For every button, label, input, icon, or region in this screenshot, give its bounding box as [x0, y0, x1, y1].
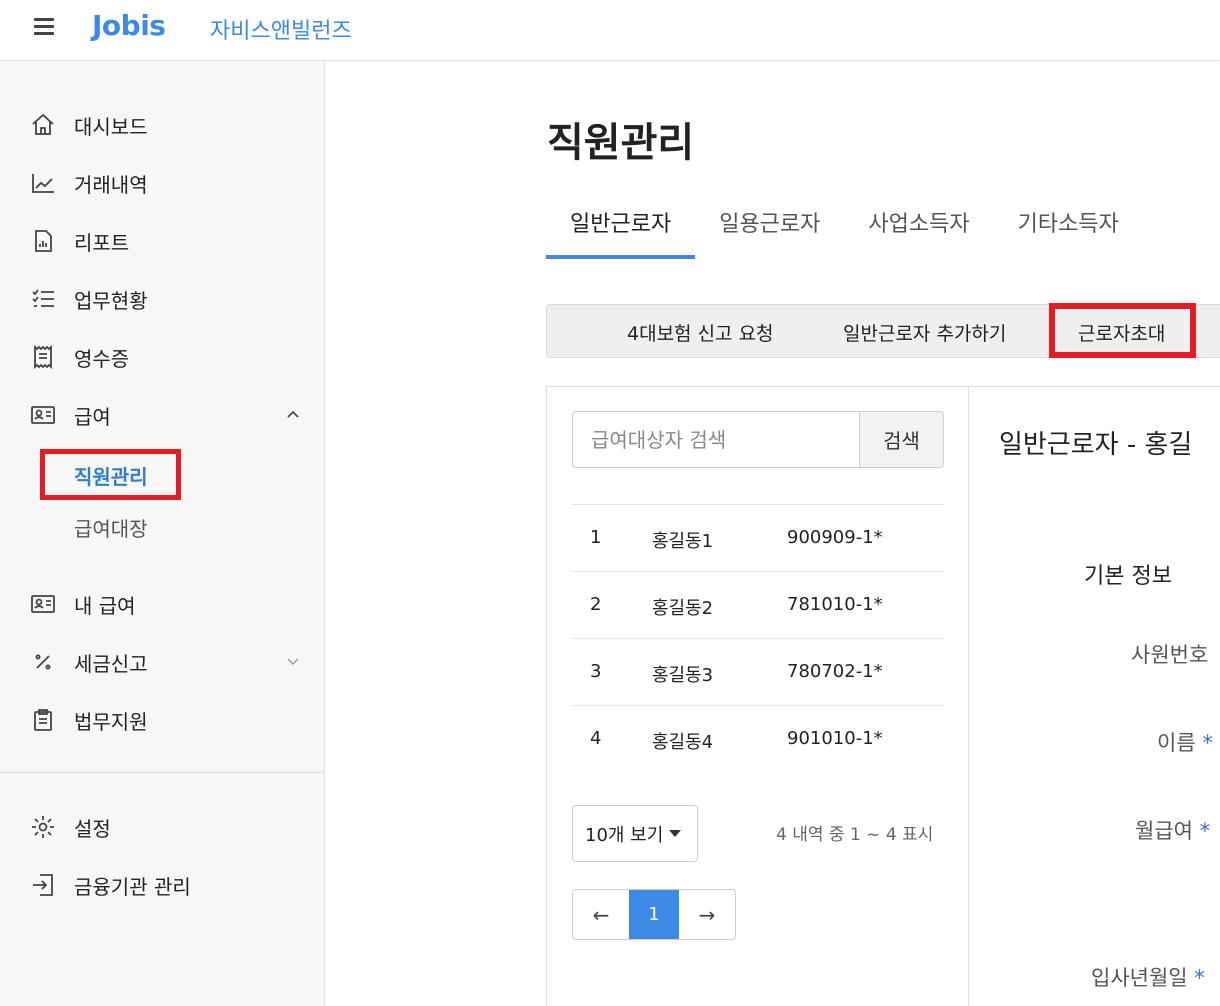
row-name: 홍길동3: [652, 665, 714, 686]
sidebar: [0, 61, 325, 1006]
prev-page-button[interactable]: ←: [573, 890, 629, 939]
sidebar-item-label: 내 급여: [74, 593, 136, 618]
field-label-employee-number: 사원번호: [1131, 639, 1208, 669]
chevron-down-icon[interactable]: [285, 653, 301, 669]
gear-icon: [30, 814, 56, 840]
tab-regular-workers[interactable]: 일반근로자: [546, 205, 696, 259]
sidebar-item-label: 금융기관 관리: [74, 874, 191, 899]
sidebar-item-receipt[interactable]: 영수증: [30, 342, 129, 372]
sidebar-item-legal[interactable]: 법무지원: [30, 705, 148, 735]
field-label-text: 이름: [1157, 731, 1196, 755]
tab-business-income[interactable]: 사업소득자: [844, 205, 993, 259]
sidebar-item-label: 업무현황: [74, 288, 148, 313]
tab-other-income[interactable]: 기타소득자: [994, 205, 1143, 259]
search-input[interactable]: [573, 412, 859, 467]
row-id-number: 780702-1*: [787, 661, 883, 682]
table-row[interactable]: 3 홍길동3 780702-1*: [572, 638, 944, 705]
pagination-info: 4 내역 중 1 ~ 4 표시: [776, 825, 934, 845]
required-mark: *: [1194, 966, 1205, 990]
row-name: 홍길동1: [652, 531, 714, 552]
field-label-hire-date: 입사년월일 *: [1091, 962, 1205, 992]
sidebar-item-label: 세금신고: [74, 651, 148, 676]
row-id-number: 901010-1*: [787, 728, 883, 749]
app-logo[interactable]: Jobis: [92, 9, 166, 42]
sidebar-item-label: 법무지원: [74, 709, 148, 734]
page-size-value: 10개 보기: [585, 824, 664, 846]
chevron-up-icon[interactable]: [285, 406, 301, 422]
required-mark: *: [1202, 731, 1213, 755]
row-name: 홍길동4: [652, 732, 714, 753]
current-page-button[interactable]: 1: [629, 890, 679, 939]
caret-down-icon: [669, 830, 682, 837]
employee-detail-panel: [968, 386, 1220, 1006]
hamburger-menu-icon[interactable]: [34, 18, 54, 38]
sidebar-item-my-payroll[interactable]: 내 급여: [30, 589, 136, 619]
sidebar-item-settings[interactable]: 설정: [30, 812, 111, 842]
login-icon: [30, 872, 56, 898]
sidebar-item-transactions[interactable]: 거래내역: [30, 168, 148, 198]
sidebar-item-label: 리포트: [74, 230, 130, 255]
row-id-number: 781010-1*: [787, 594, 883, 615]
sidebar-item-label: 영수증: [74, 346, 130, 371]
sidebar-item-label: 설정: [74, 816, 111, 841]
sidebar-item-dashboard[interactable]: 대시보드: [30, 110, 148, 140]
sidebar-item-report[interactable]: 리포트: [30, 226, 129, 256]
id-card-icon: [30, 402, 56, 428]
tab-daily-workers[interactable]: 일용근로자: [695, 205, 844, 259]
chart-line-icon: [30, 170, 56, 196]
checklist-icon: [30, 286, 56, 312]
report-icon: [30, 228, 56, 254]
field-label-salary: 월급여 *: [1135, 815, 1210, 845]
table-row[interactable]: 2 홍길동2 781010-1*: [572, 571, 944, 638]
worker-type-tabs: 일반근로자 일용근로자 사업소득자 기타소득자: [546, 205, 1143, 259]
field-label-name: 이름 *: [1157, 727, 1213, 757]
id-card-icon: [30, 591, 56, 617]
next-page-button[interactable]: →: [679, 890, 735, 939]
home-icon: [30, 112, 56, 138]
sidebar-item-tax[interactable]: 세금신고: [30, 647, 148, 677]
percent-icon: [30, 649, 56, 675]
row-number: 2: [590, 594, 602, 615]
page-size-select[interactable]: 10개 보기: [572, 805, 698, 862]
row-number: 3: [590, 661, 602, 682]
sidebar-item-tasks[interactable]: 업무현황: [30, 284, 148, 314]
receipt-icon: [30, 344, 56, 370]
sidebar-subitem-payroll-ledger[interactable]: 급여대장: [74, 513, 148, 542]
top-header: Jobis 자비스앤빌런즈: [0, 0, 1220, 61]
company-name[interactable]: 자비스앤빌런즈: [210, 13, 352, 45]
row-name: 홍길동2: [652, 598, 714, 619]
search-button[interactable]: 검색: [859, 412, 943, 467]
highlight-box: [1049, 303, 1196, 358]
page-title: 직원관리: [547, 120, 695, 166]
table-row[interactable]: 1 홍길동1 900909-1*: [572, 504, 944, 571]
field-label-text: 월급여: [1135, 819, 1193, 843]
required-mark: *: [1199, 819, 1211, 843]
sidebar-item-label: 급여: [74, 404, 111, 429]
sidebar-item-label: 거래내역: [74, 172, 148, 197]
field-label-text: 사원번호: [1131, 643, 1209, 667]
sidebar-item-payroll[interactable]: 급여: [30, 400, 111, 430]
row-id-number: 900909-1*: [787, 527, 883, 548]
pagination: ← 1 →: [572, 889, 736, 940]
field-label-text: 입사년월일: [1091, 966, 1188, 990]
sidebar-item-financial-institutions[interactable]: 금융기관 관리: [30, 870, 191, 900]
row-number: 4: [590, 728, 602, 749]
employee-search: 검색: [572, 411, 944, 468]
table-row[interactable]: 4 홍길동4 901010-1*: [572, 705, 944, 772]
row-number: 1: [590, 527, 602, 548]
insurance-report-button[interactable]: 4대보험 신고 요청: [627, 319, 774, 346]
section-heading: 기본 정보: [1084, 564, 1172, 589]
sidebar-item-label: 대시보드: [74, 114, 148, 139]
sidebar-divider: [0, 772, 324, 773]
highlight-box: [40, 449, 181, 500]
clipboard-icon: [30, 707, 56, 733]
add-regular-worker-button[interactable]: 일반근로자 추가하기: [843, 319, 1006, 346]
detail-title: 일반근로자 - 홍길: [999, 430, 1193, 460]
